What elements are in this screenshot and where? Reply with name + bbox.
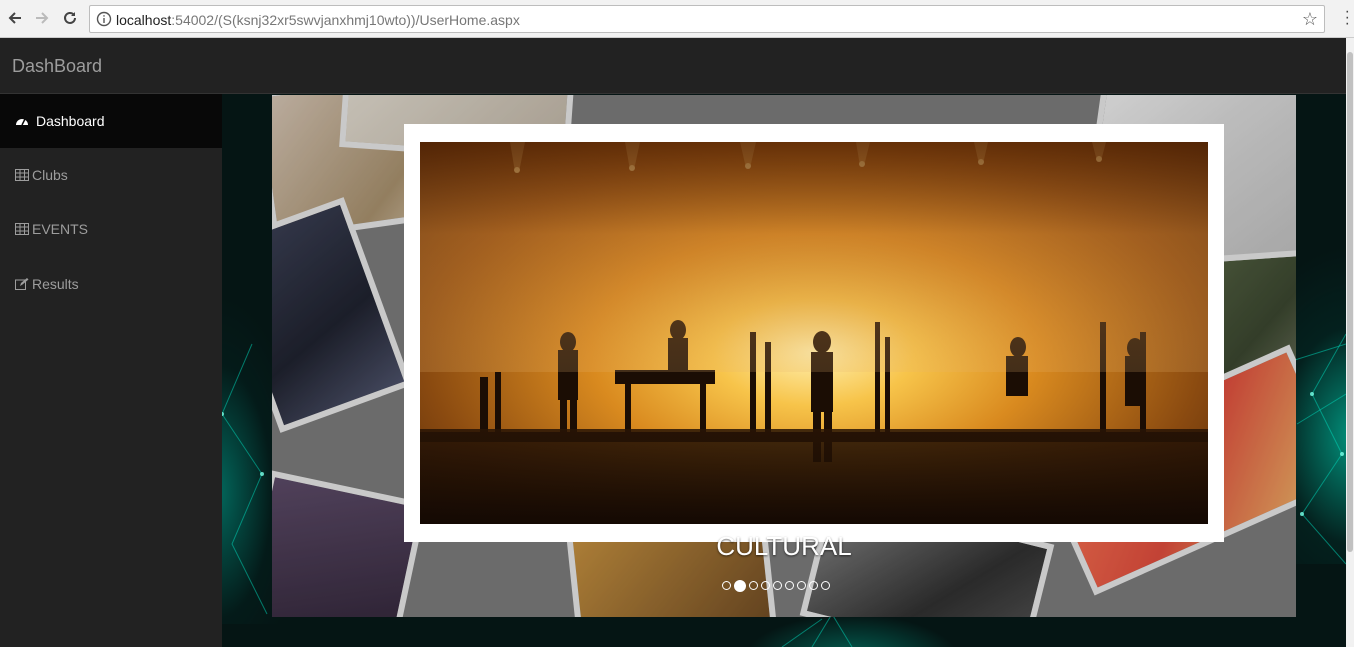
slider-dot[interactable] xyxy=(821,581,830,590)
slider-dot[interactable] xyxy=(785,581,794,590)
slider-dot[interactable] xyxy=(749,581,758,590)
sidebar: Dashboard Clubs EVENTS Results xyxy=(0,94,222,647)
stage-smoke xyxy=(420,142,1208,372)
main-content: CULTURAL xyxy=(222,94,1346,647)
sidebar-item-label: Clubs xyxy=(32,167,68,183)
reload-icon[interactable] xyxy=(60,8,80,28)
table-grid-icon xyxy=(14,222,30,236)
sidebar-item-results[interactable]: Results xyxy=(0,257,222,311)
app-window: DashBoard Dashboard Clubs EVENTS Results xyxy=(0,38,1346,647)
browser-menu-icon[interactable]: · · · xyxy=(1345,4,1350,32)
slider-dot[interactable] xyxy=(809,581,818,590)
crowd-silhouette xyxy=(420,429,1208,524)
edit-icon xyxy=(14,277,30,291)
sidebar-item-dashboard[interactable]: Dashboard xyxy=(0,94,222,148)
slider-dot[interactable] xyxy=(773,581,782,590)
table-grid-icon xyxy=(14,168,30,182)
page-scrollbar[interactable] xyxy=(1346,38,1354,647)
slider-pagination xyxy=(722,580,830,592)
slide-image-frame[interactable] xyxy=(404,124,1224,542)
forward-arrow-icon[interactable] xyxy=(32,8,52,28)
slider-dot[interactable] xyxy=(761,581,770,590)
scrollbar-thumb[interactable] xyxy=(1347,52,1353,552)
slider-dot[interactable] xyxy=(722,581,731,590)
slider-background-collage: CULTURAL xyxy=(272,95,1296,617)
top-navbar: DashBoard xyxy=(0,38,1346,94)
bookmark-star-icon[interactable]: ☆ xyxy=(1302,9,1318,30)
brand-title[interactable]: DashBoard xyxy=(12,56,102,77)
concert-stage-image xyxy=(420,142,1208,524)
sidebar-item-label: Dashboard xyxy=(36,113,105,129)
sidebar-item-events[interactable]: EVENTS xyxy=(0,202,222,256)
dashboard-gauge-icon xyxy=(14,114,30,128)
back-arrow-icon[interactable] xyxy=(5,8,25,28)
sidebar-item-label: EVENTS xyxy=(32,221,89,237)
slider-dot[interactable] xyxy=(734,580,746,592)
sidebar-item-clubs[interactable]: Clubs xyxy=(0,148,222,202)
info-icon[interactable] xyxy=(96,11,112,27)
slider-dot[interactable] xyxy=(797,581,806,590)
browser-toolbar: localhost:54002/(S(ksnj32xr5swvjanxhmj10… xyxy=(0,0,1354,38)
address-bar[interactable]: localhost:54002/(S(ksnj32xr5swvjanxhmj10… xyxy=(89,5,1325,33)
slide-caption: CULTURAL xyxy=(716,531,852,561)
url-text: localhost:54002/(S(ksnj32xr5swvjanxhmj10… xyxy=(116,12,520,28)
sidebar-item-label: Results xyxy=(32,276,79,292)
